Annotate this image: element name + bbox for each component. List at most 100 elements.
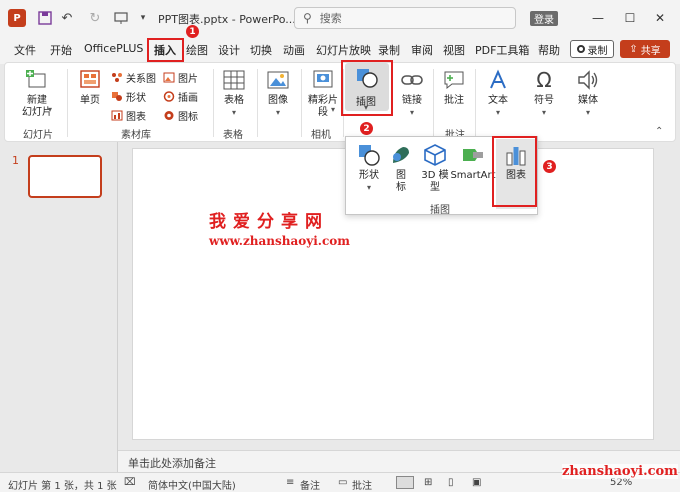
- highlight-box-illustrations: [341, 60, 393, 116]
- album-icon: [311, 69, 335, 91]
- chart-small-label: 图表: [126, 112, 146, 123]
- powerpoint-logo-icon: P: [8, 9, 26, 27]
- table-label: 表格: [224, 95, 244, 106]
- slide-sorter-view-icon[interactable]: ⊞: [424, 477, 432, 488]
- title-bar: P ↶ ↻ ▾ PPT图表.pptx - PowerPo... ⚲ 搜索 登录 …: [0, 0, 680, 36]
- icon-small-button[interactable]: 图标: [163, 108, 198, 123]
- group-divider: [213, 69, 214, 137]
- shapes-option[interactable]: 形状 ▾: [354, 143, 384, 194]
- notes-toggle[interactable]: 备注: [300, 477, 320, 492]
- accessibility-icon[interactable]: ⌧: [124, 477, 136, 488]
- media-label: 媒体: [578, 95, 598, 106]
- tab-officeplus[interactable]: OfficePLUS: [84, 42, 143, 55]
- search-icon: ⚲: [303, 11, 312, 25]
- tab-home[interactable]: 开始: [50, 42, 72, 58]
- tab-view[interactable]: 视图: [443, 42, 465, 58]
- illustration-small-label: 插画: [178, 93, 198, 104]
- link-button[interactable]: 链接 ▾: [397, 69, 427, 119]
- picture-small-label: 图片: [178, 74, 198, 85]
- chevron-down-icon: ▾: [366, 183, 371, 192]
- record-button-label: 录制: [587, 45, 608, 57]
- pane-divider[interactable]: [117, 142, 118, 472]
- shapes-label: 形状: [359, 170, 379, 181]
- tab-review[interactable]: 审阅: [411, 42, 433, 58]
- text-button[interactable]: 文本 ▾: [483, 69, 513, 119]
- image-icon: [266, 69, 290, 91]
- relation-chart-button[interactable]: 关系图: [111, 70, 156, 85]
- link-icon: [400, 69, 424, 91]
- reading-view-icon[interactable]: ▯: [448, 477, 454, 488]
- notes-toggle-icon[interactable]: ≡: [286, 477, 294, 488]
- single-page-label: 单页: [80, 95, 100, 106]
- group-divider: [301, 69, 302, 137]
- comments-toggle-icon[interactable]: ▭: [338, 477, 347, 488]
- tab-design[interactable]: 设计: [218, 42, 240, 58]
- notes-placeholder: 单击此处添加备注: [128, 457, 216, 470]
- comment-button[interactable]: 批注: [439, 69, 469, 107]
- comment-label: 批注: [444, 95, 464, 106]
- chevron-down-icon: ▾: [231, 108, 236, 117]
- tab-file[interactable]: 文件: [14, 42, 36, 58]
- tab-help[interactable]: 帮助: [538, 42, 560, 58]
- group-label-material: 素材库: [121, 130, 151, 141]
- group-divider: [67, 69, 68, 137]
- slide-thumbnail[interactable]: [28, 155, 102, 198]
- 3d-models-option[interactable]: 3D 模 型: [420, 143, 450, 194]
- customize-toolbar-icon[interactable]: ▾: [136, 8, 150, 28]
- comments-toggle[interactable]: 批注: [352, 477, 372, 492]
- relation-chart-label: 关系图: [126, 74, 156, 85]
- chart-small-button[interactable]: 图表: [111, 108, 146, 123]
- album-button[interactable]: 精彩片 段: [305, 69, 341, 119]
- record-button[interactable]: 录制: [570, 40, 614, 58]
- redo-icon[interactable]: ↻: [86, 8, 104, 28]
- chevron-down-icon[interactable]: ▾: [331, 105, 335, 114]
- icons-icon: [389, 143, 413, 167]
- minimize-button[interactable]: —: [588, 10, 608, 26]
- text-icon: [486, 69, 510, 91]
- share-icon: ⇪: [629, 43, 638, 55]
- media-button[interactable]: 媒体 ▾: [573, 69, 603, 119]
- language-status[interactable]: 简体中文(中国大陆): [148, 477, 236, 492]
- shapes-icon: [357, 143, 381, 167]
- speaker-icon: [576, 69, 600, 91]
- search-placeholder: 搜索: [319, 12, 342, 25]
- smartart-option[interactable]: SmartArt: [450, 143, 496, 182]
- single-page-button[interactable]: 单页: [75, 69, 105, 107]
- image-button[interactable]: 图像 ▾: [263, 69, 293, 119]
- watermark-chinese-text: 我爱分享网: [209, 212, 329, 232]
- save-icon[interactable]: [36, 8, 54, 28]
- symbol-button[interactable]: Ω 符号 ▾: [529, 69, 559, 119]
- share-button[interactable]: ⇪ 共享: [620, 40, 670, 58]
- tab-record[interactable]: 录制: [378, 42, 400, 58]
- step-badge-1: 1: [186, 25, 199, 38]
- tab-animations[interactable]: 动画: [283, 42, 305, 58]
- chevron-down-icon[interactable]: ▾: [48, 105, 52, 114]
- smartart-icon: [461, 143, 485, 167]
- dropdown-group-label: 插图: [430, 205, 450, 216]
- tab-slideshow[interactable]: 幻灯片放映: [316, 42, 371, 58]
- close-button[interactable]: ✕: [650, 10, 670, 26]
- tab-pdf-toolbox[interactable]: PDF工具箱: [475, 42, 529, 58]
- chevron-down-icon: ▾: [585, 108, 590, 117]
- undo-icon[interactable]: ↶: [58, 8, 76, 28]
- normal-view-icon[interactable]: [396, 476, 414, 489]
- tab-transitions[interactable]: 切换: [250, 42, 272, 58]
- step-badge-3: 3: [543, 160, 556, 173]
- record-icon: [576, 45, 585, 53]
- smartart-label: SmartArt: [450, 170, 496, 181]
- picture-small-button[interactable]: 图片: [163, 70, 198, 85]
- site-watermark-stamp: zhanshaoyi.com: [562, 464, 678, 479]
- slideshow-view-icon[interactable]: ▣: [472, 477, 481, 488]
- table-icon: [222, 69, 246, 91]
- shape-small-button[interactable]: 形状: [111, 89, 146, 104]
- maximize-button[interactable]: ☐: [620, 10, 640, 26]
- slideshow-from-start-icon[interactable]: [112, 8, 130, 28]
- login-button[interactable]: 登录: [530, 11, 558, 26]
- tab-draw[interactable]: 绘图: [186, 42, 208, 58]
- search-input[interactable]: ⚲ 搜索: [294, 7, 516, 29]
- illustration-small-button[interactable]: 插画: [163, 89, 198, 104]
- table-button[interactable]: 表格 ▾: [219, 69, 249, 119]
- link-label: 链接: [402, 95, 422, 106]
- collapse-ribbon-icon[interactable]: ⌃: [655, 126, 663, 137]
- icons-option[interactable]: 图 标: [388, 143, 414, 194]
